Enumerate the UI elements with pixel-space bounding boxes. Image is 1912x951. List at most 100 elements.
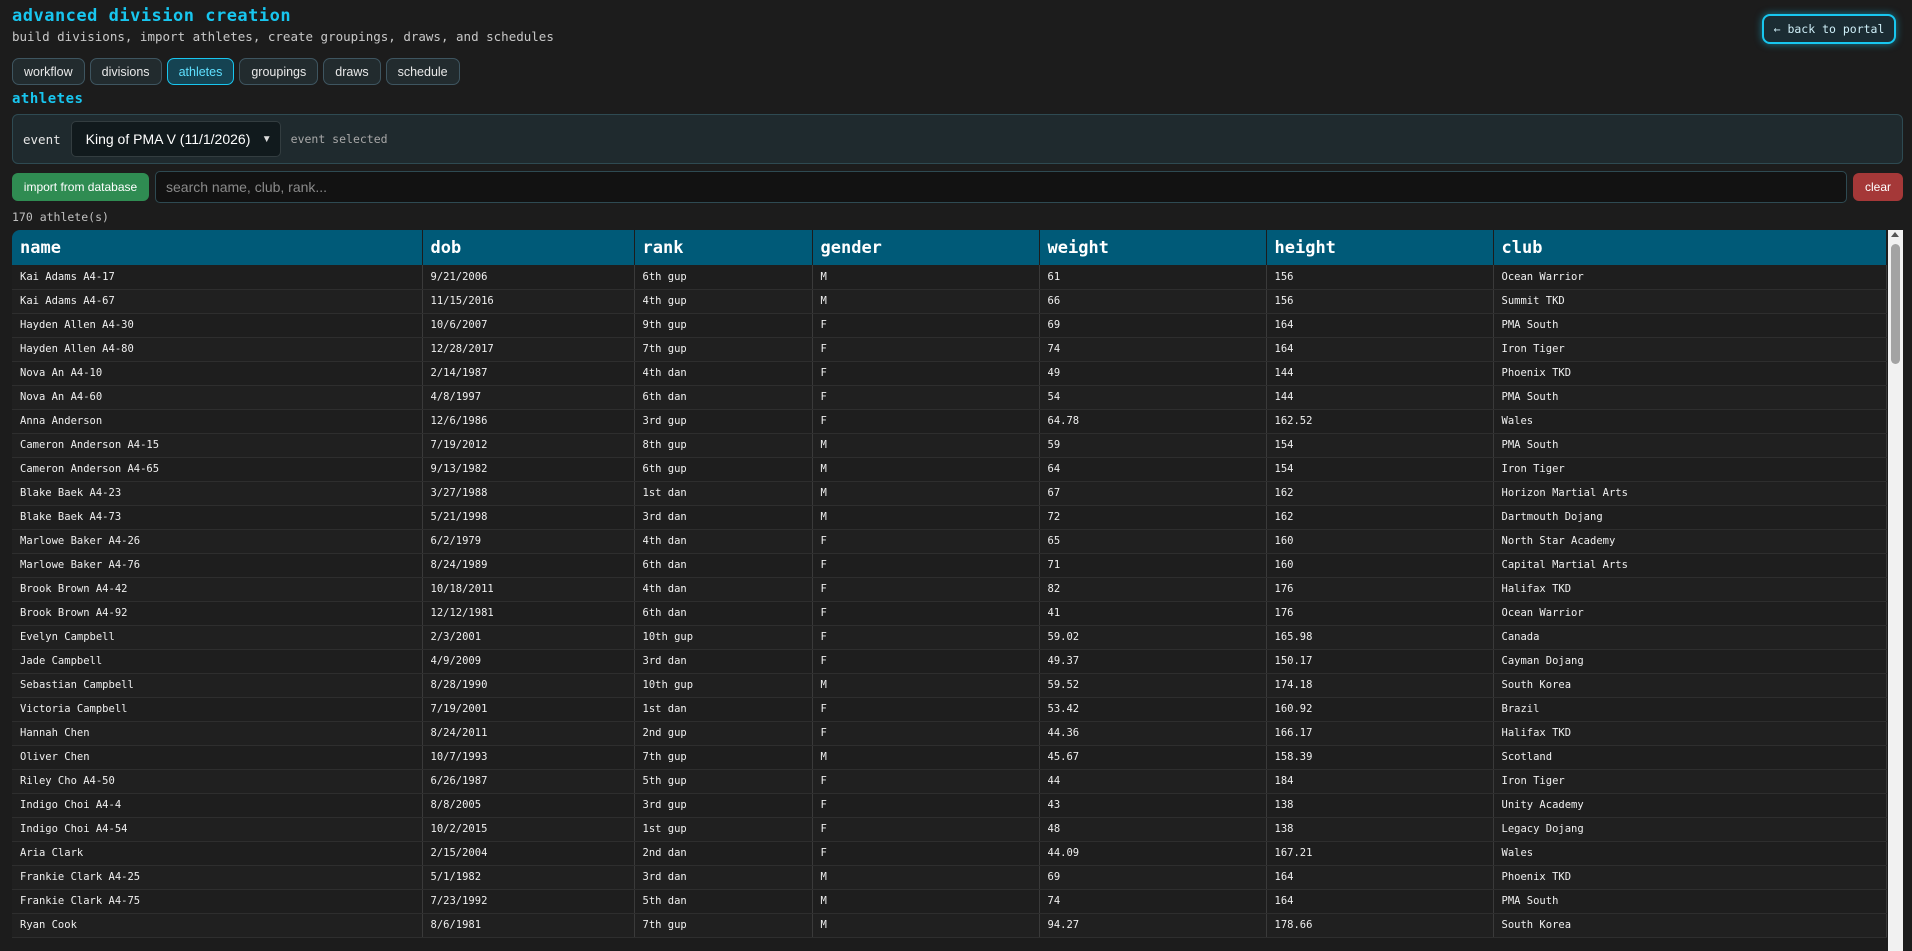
column-header-name[interactable]: name	[12, 230, 423, 265]
table-row[interactable]: Victoria Campbell 7/19/2001 1st dan F 53.42 1…	[12, 697, 1887, 722]
cell-rank: 1st gup	[634, 817, 813, 842]
cell-name: Anna Anderson	[12, 409, 423, 434]
cell-club: Summit TKD	[1493, 289, 1887, 314]
table-row[interactable]: Indigo Choi A4-54 10/2/2015 1st gup F 48 138 L…	[12, 817, 1887, 842]
table-row[interactable]: Blake Baek A4-23 3/27/1988 1st dan M 67 162 Ho…	[12, 481, 1887, 506]
cell-dob: 6/26/1987	[422, 769, 635, 794]
tab-workflow[interactable]: workflow	[12, 58, 85, 85]
table-row[interactable]: Sebastian Campbell 8/28/1990 10th gup M 59.5…	[12, 673, 1887, 698]
table-row[interactable]: Jade Campbell 4/9/2009 3rd dan F 49.37 150.17…	[12, 649, 1887, 674]
table-row[interactable]: Frankie Clark A4-25 5/1/1982 3rd dan M 69 164…	[12, 865, 1887, 890]
table-row[interactable]: Riley Cho A4-50 6/26/1987 5th gup F 44 184 Iro…	[12, 769, 1887, 794]
cell-height: 176	[1266, 577, 1494, 602]
column-header-weight[interactable]: weight	[1039, 230, 1267, 265]
cell-dob: 2/14/1987	[422, 361, 635, 386]
column-header-height[interactable]: height	[1266, 230, 1494, 265]
cell-gender: M	[812, 865, 1040, 890]
cell-club: Legacy Dojang	[1493, 817, 1887, 842]
cell-weight: 43	[1039, 793, 1267, 818]
table-row[interactable]: Cameron Anderson A4-65 9/13/1982 6th gup M 6…	[12, 457, 1887, 482]
cell-name: Oliver Chen	[12, 745, 423, 770]
cell-weight: 69	[1039, 865, 1267, 890]
cell-gender: M	[812, 745, 1040, 770]
cell-gender: M	[812, 265, 1040, 290]
cell-gender: F	[812, 385, 1040, 410]
table-row[interactable]: Hayden Allen A4-30 10/6/2007 9th gup F 69 164…	[12, 313, 1887, 338]
cell-gender: M	[812, 433, 1040, 458]
table-row[interactable]: Anna Anderson 12/6/1986 3rd gup F 64.78 162.5…	[12, 409, 1887, 434]
cell-name: Hayden Allen A4-30	[12, 313, 423, 338]
tab-draws[interactable]: draws	[323, 58, 381, 85]
cell-weight: 49.37	[1039, 649, 1267, 674]
table-row[interactable]: Indigo Choi A4-4 8/8/2005 3rd gup F 43 138 Uni…	[12, 793, 1887, 818]
cell-height: 164	[1266, 865, 1494, 890]
cell-height: 176	[1266, 601, 1494, 626]
clear-button[interactable]: clear	[1853, 173, 1903, 201]
table-row[interactable]: Oliver Chen 10/7/1993 7th gup M 45.67 158.39 S…	[12, 745, 1887, 770]
table-row[interactable]: Nova An A4-10 2/14/1987 4th dan F 49 144 Phoen…	[12, 361, 1887, 386]
cell-weight: 45.67	[1039, 745, 1267, 770]
tab-groupings[interactable]: groupings	[239, 58, 319, 85]
cell-height: 158.39	[1266, 745, 1494, 770]
import-from-database-button[interactable]: import from database	[12, 173, 149, 201]
cell-dob: 3/27/1988	[422, 481, 635, 506]
table-row[interactable]: Marlowe Baker A4-26 6/2/1979 4th dan F 65 160…	[12, 529, 1887, 554]
table-row[interactable]: Kai Adams A4-67 11/15/2016 4th gup M 66 156 Su…	[12, 289, 1887, 314]
scroll-up-arrow-icon[interactable]	[1891, 232, 1899, 237]
cell-weight: 53.42	[1039, 697, 1267, 722]
cell-gender: M	[812, 913, 1040, 938]
cell-name: Aria Clark	[12, 841, 423, 866]
search-input[interactable]	[155, 171, 1847, 203]
table-scrollbar[interactable]	[1888, 230, 1903, 951]
event-select[interactable]: King of PMA V (11/1/2026) ▼	[70, 121, 281, 157]
table-row[interactable]: Hannah Chen 8/24/2011 2nd gup F 44.36 166.17 H…	[12, 721, 1887, 746]
column-header-gender[interactable]: gender	[812, 230, 1040, 265]
table-row[interactable]: Marlowe Baker A4-76 8/24/1989 6th dan F 71 16…	[12, 553, 1887, 578]
table-row[interactable]: Brook Brown A4-42 10/18/2011 4th dan F 82 176…	[12, 577, 1887, 602]
back-to-portal-button[interactable]: ← back to portal	[1762, 14, 1896, 44]
cell-dob: 4/8/1997	[422, 385, 635, 410]
cell-gender: F	[812, 841, 1040, 866]
tab-athletes[interactable]: athletes	[166, 58, 235, 85]
cell-weight: 66	[1039, 289, 1267, 314]
cell-weight: 69	[1039, 313, 1267, 338]
table-row[interactable]: Aria Clark 2/15/2004 2nd dan F 44.09 167.21 Wa…	[12, 841, 1887, 866]
cell-club: Iron Tiger	[1493, 769, 1887, 794]
cell-height: 156	[1266, 265, 1494, 290]
cell-name: Jade Campbell	[12, 649, 423, 674]
cell-name: Brook Brown A4-92	[12, 601, 423, 626]
column-header-rank[interactable]: rank	[634, 230, 813, 265]
table-row[interactable]: Blake Baek A4-73 5/21/1998 3rd dan M 72 162 Da…	[12, 505, 1887, 530]
cell-rank: 1st dan	[634, 697, 813, 722]
athletes-table-container[interactable]: name dob rank gender weight height club …	[12, 230, 1900, 951]
tab-divisions[interactable]: divisions	[89, 58, 162, 85]
table-row[interactable]: Nova An A4-60 4/8/1997 6th dan F 54 144 PMA So…	[12, 385, 1887, 410]
cell-rank: 7th gup	[634, 913, 813, 938]
tab-schedule[interactable]: schedule	[385, 58, 460, 85]
cell-dob: 7/19/2001	[422, 697, 635, 722]
table-row[interactable]: Hayden Allen A4-80 12/28/2017 7th gup F 74 16…	[12, 337, 1887, 362]
cell-gender: F	[812, 553, 1040, 578]
cell-gender: F	[812, 721, 1040, 746]
cell-dob: 8/28/1990	[422, 673, 635, 698]
table-row[interactable]: Cameron Anderson A4-15 7/19/2012 8th gup M 5…	[12, 433, 1887, 458]
column-header-club[interactable]: club	[1493, 230, 1887, 265]
event-panel: event King of PMA V (11/1/2026) ▼ event …	[12, 114, 1903, 164]
cell-weight: 54	[1039, 385, 1267, 410]
cell-weight: 44.09	[1039, 841, 1267, 866]
table-row[interactable]: Evelyn Campbell 2/3/2001 10th gup F 59.02 165…	[12, 625, 1887, 650]
cell-rank: 4th dan	[634, 529, 813, 554]
table-row[interactable]: Ryan Cook 8/6/1981 7th gup M 94.27 178.66 Sout…	[12, 913, 1887, 938]
table-row[interactable]: Brook Brown A4-92 12/12/1981 6th dan F 41 176…	[12, 601, 1887, 626]
table-row[interactable]: Kai Adams A4-17 9/21/2006 6th gup M 61 156 Oce…	[12, 265, 1887, 290]
column-header-dob[interactable]: dob	[422, 230, 635, 265]
cell-gender: F	[812, 697, 1040, 722]
cell-name: Evelyn Campbell	[12, 625, 423, 650]
cell-name: Brook Brown A4-42	[12, 577, 423, 602]
cell-height: 164	[1266, 889, 1494, 914]
table-header-row: name dob rank gender weight height club	[12, 230, 1887, 265]
table-row[interactable]: Frankie Clark A4-75 7/23/1992 5th dan M 74 16…	[12, 889, 1887, 914]
cell-rank: 4th dan	[634, 577, 813, 602]
scrollbar-thumb[interactable]	[1891, 244, 1900, 364]
cell-dob: 10/6/2007	[422, 313, 635, 338]
